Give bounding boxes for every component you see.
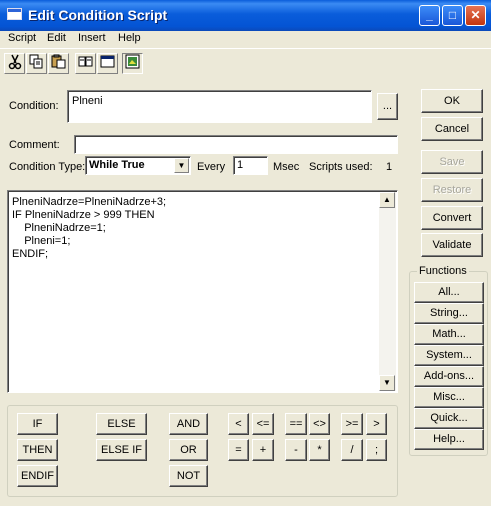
- not-equal-button[interactable]: <>: [309, 413, 330, 435]
- script-line: ENDIF;: [12, 248, 49, 260]
- condition-type-label: Condition Type:: [9, 161, 86, 173]
- functions-label: Functions: [417, 265, 469, 277]
- else-if-button[interactable]: ELSE IF: [96, 439, 147, 461]
- not-button[interactable]: NOT: [169, 465, 208, 487]
- minimize-button[interactable]: _: [419, 5, 440, 26]
- less-than-button[interactable]: <: [228, 413, 249, 435]
- scripts-used-label: Scripts used:: [309, 161, 373, 173]
- greater-than-button[interactable]: >: [366, 413, 387, 435]
- convert-button[interactable]: Convert: [421, 206, 483, 230]
- ok-button[interactable]: OK: [421, 89, 483, 113]
- script-line: Plneni=1;: [12, 235, 71, 247]
- vertical-scrollbar[interactable]: ▲ ▼: [379, 192, 396, 391]
- window-icon[interactable]: [97, 53, 118, 74]
- maximize-button[interactable]: □: [442, 5, 463, 26]
- cancel-button[interactable]: Cancel: [421, 117, 483, 141]
- chevron-down-icon[interactable]: ▼: [174, 158, 189, 173]
- window-title: Edit Condition Script: [28, 7, 168, 23]
- minus-button[interactable]: -: [285, 439, 307, 461]
- functions-string-button[interactable]: String...: [414, 303, 484, 324]
- condition-value: Plneni: [72, 95, 103, 107]
- else-button[interactable]: ELSE: [96, 413, 147, 435]
- paste-icon[interactable]: [48, 53, 69, 74]
- close-button[interactable]: ✕: [465, 5, 486, 26]
- functions-math-button[interactable]: Math...: [414, 324, 484, 345]
- scroll-up-icon[interactable]: ▲: [379, 192, 395, 208]
- comment-label: Comment:: [9, 139, 60, 151]
- copy-icon[interactable]: [26, 53, 47, 74]
- or-button[interactable]: OR: [169, 439, 208, 461]
- window-app-icon: [7, 8, 22, 20]
- scripts-used-count: 1: [386, 161, 393, 173]
- less-equal-button[interactable]: <=: [252, 413, 274, 435]
- then-button[interactable]: THEN: [17, 439, 58, 461]
- restore-button[interactable]: Restore: [421, 178, 483, 202]
- find-icon[interactable]: [75, 53, 96, 74]
- functions-help-button[interactable]: Help...: [414, 429, 484, 450]
- endif-button[interactable]: ENDIF: [17, 465, 58, 487]
- menu-help[interactable]: Help: [118, 32, 141, 44]
- msec-label: Msec: [273, 161, 300, 173]
- divide-button[interactable]: /: [341, 439, 363, 461]
- plus-button[interactable]: +: [252, 439, 274, 461]
- if-button[interactable]: IF: [17, 413, 58, 435]
- semicolon-button[interactable]: ;: [366, 439, 387, 461]
- every-label: Every: [197, 161, 226, 173]
- functions-addons-button[interactable]: Add-ons...: [414, 366, 484, 387]
- script-line: IF PlneniNadrze > 999 THEN: [12, 209, 155, 221]
- menu-script[interactable]: Script: [8, 32, 36, 44]
- picture-icon[interactable]: [122, 53, 143, 74]
- validate-button[interactable]: Validate: [421, 233, 483, 257]
- menu-bar: [0, 31, 491, 49]
- browse-button[interactable]: ...: [377, 93, 398, 120]
- menu-edit[interactable]: Edit: [47, 32, 66, 44]
- condition-label: Condition:: [9, 100, 59, 112]
- menu-insert[interactable]: Insert: [78, 32, 106, 44]
- every-input[interactable]: 1: [233, 156, 268, 175]
- script-line: PlneniNadrze=1;: [12, 222, 106, 234]
- script-line: PlneniNadrze=PlneniNadrze+3;: [12, 196, 167, 208]
- scroll-down-icon[interactable]: ▼: [379, 375, 395, 391]
- save-button[interactable]: Save: [421, 150, 483, 174]
- equal-equal-button[interactable]: ==: [285, 413, 307, 435]
- functions-misc-button[interactable]: Misc...: [414, 387, 484, 408]
- assign-button[interactable]: =: [228, 439, 249, 461]
- cut-icon[interactable]: [4, 53, 25, 74]
- functions-all-button[interactable]: All...: [414, 282, 484, 303]
- greater-equal-button[interactable]: >=: [341, 413, 363, 435]
- condition-type-value: While True: [89, 159, 145, 171]
- script-editor[interactable]: PlneniNadrze=PlneniNadrze+3; IF PlneniNa…: [7, 190, 398, 393]
- functions-quick-button[interactable]: Quick...: [414, 408, 484, 429]
- and-button[interactable]: AND: [169, 413, 208, 435]
- condition-type-select[interactable]: While True ▼: [85, 156, 191, 175]
- functions-system-button[interactable]: System...: [414, 345, 484, 366]
- comment-field[interactable]: [74, 135, 398, 154]
- multiply-button[interactable]: *: [309, 439, 330, 461]
- every-value: 1: [237, 159, 244, 171]
- condition-field[interactable]: Plneni: [67, 90, 372, 123]
